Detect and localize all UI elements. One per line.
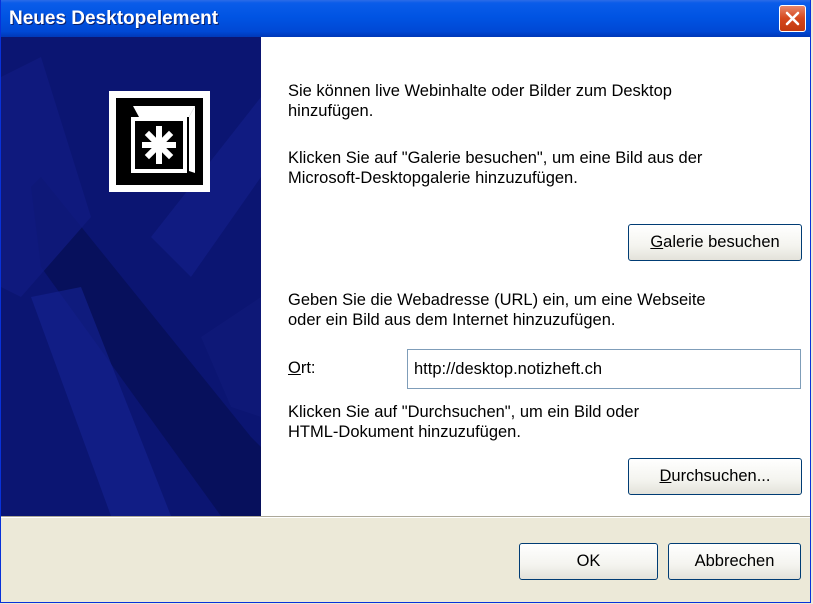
cancel-button[interactable]: Abbrechen [668, 543, 801, 580]
intro-text-line1: Sie können live Webinhalte oder Bilder z… [288, 82, 672, 100]
intro-text-line2: hinzufügen. [288, 102, 374, 120]
browse-mnemonic: D [659, 467, 672, 485]
visit-gallery-mnemonic: G [650, 233, 664, 251]
browse-label: urchsuchen... [671, 467, 771, 485]
location-input[interactable] [407, 349, 801, 389]
ok-button[interactable]: OK [519, 543, 658, 580]
dialog-window: Neues Desktopelement Sie können live Web… [0, 0, 811, 603]
browse-button[interactable]: Durchsuchen... [628, 458, 802, 495]
browse-text-line2: HTML-Dokument hinzuzufügen. [288, 423, 521, 441]
url-text-line2: oder ein Bild aus dem Internet hinzuzufü… [288, 311, 616, 329]
url-text-line1: Geben Sie die Webadresse (URL) ein, um e… [288, 291, 706, 309]
active-desktop-icon [109, 91, 210, 192]
close-button[interactable] [779, 5, 806, 32]
visit-gallery-button[interactable]: Galerie besuchen [628, 224, 802, 261]
title-bar[interactable]: Neues Desktopelement [1, 0, 810, 37]
close-icon [785, 11, 800, 26]
location-label: Ort: [288, 358, 316, 378]
footer-divider [1, 516, 810, 518]
gallery-text-line1: Klicken Sie auf "Galerie besuchen", um e… [288, 149, 703, 167]
visit-gallery-label: alerie besuchen [663, 233, 780, 251]
content-area: Sie können live Webinhalte oder Bilder z… [1, 37, 810, 516]
wizard-banner [1, 37, 261, 516]
location-label-rest: rt: [300, 359, 316, 377]
gallery-text-line2: Microsoft-Desktopgalerie hinzuzufügen. [288, 169, 578, 187]
window-title: Neues Desktopelement [9, 8, 219, 29]
location-mnemonic: O [288, 359, 301, 377]
browse-text-line1: Klicken Sie auf "Durchsuchen", um ein Bi… [288, 403, 640, 421]
